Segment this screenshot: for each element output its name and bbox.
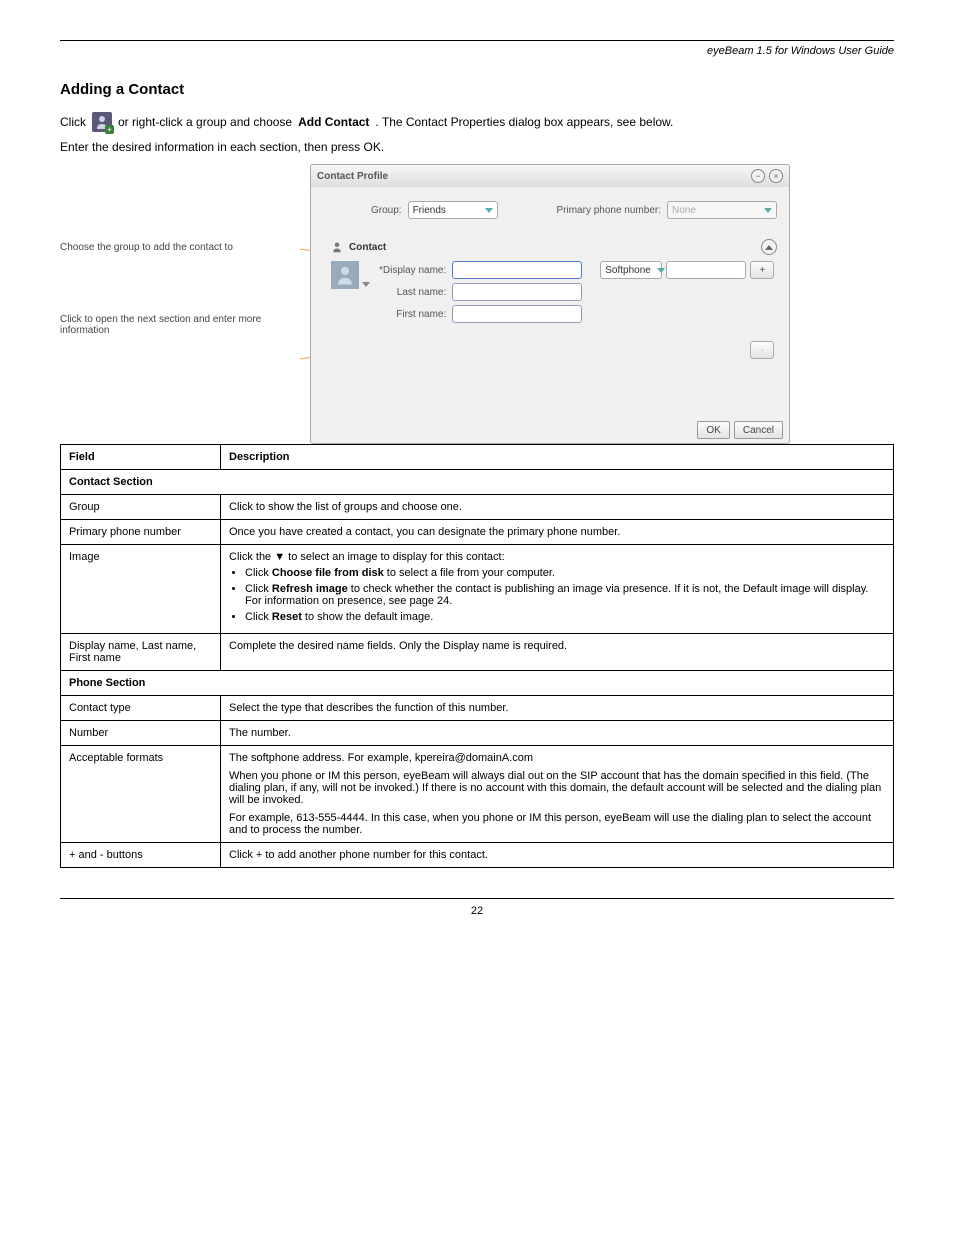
step-1-bold: Add Contact <box>298 115 369 129</box>
step-1-text-a: Click <box>60 115 86 129</box>
person-icon <box>331 241 343 253</box>
chevron-down-icon <box>764 208 772 213</box>
field-contact-type: Contact type <box>61 696 221 721</box>
section-heading: Adding a Contact <box>60 81 894 98</box>
contact-header-text: Contact <box>349 242 386 253</box>
phone-number-input[interactable] <box>666 261 746 279</box>
desc-contact-type: Select the type that describes the funct… <box>221 696 894 721</box>
step-1-text-c: . The Contact Properties dialog box appe… <box>375 115 673 129</box>
display-name-label: *Display name: <box>379 265 446 276</box>
primary-phone-dropdown[interactable]: None <box>667 201 777 219</box>
header-rule <box>60 40 894 41</box>
table-row: Display name, Last name, First name Comp… <box>61 634 894 671</box>
add-phone-button[interactable]: + <box>750 261 774 279</box>
table-header-desc: Description <box>221 445 894 470</box>
desc-format: The softphone address. For example, kper… <box>221 746 894 843</box>
first-name-label: First name: <box>396 309 446 320</box>
field-group: Group <box>61 495 221 520</box>
desc-primary: Once you have created a contact, you can… <box>221 520 894 545</box>
avatar <box>331 261 359 289</box>
first-name-input[interactable] <box>452 305 582 323</box>
minimize-icon[interactable]: − <box>751 169 765 183</box>
table-row: Primary phone number Once you have creat… <box>61 520 894 545</box>
table-row: Image Click the ▼ to select an image to … <box>61 545 894 634</box>
chevron-up-icon <box>765 245 773 250</box>
field-plusminus: + and - buttons <box>61 843 221 868</box>
sub-phone: Phone Section <box>61 671 894 696</box>
table-header-field: Field <box>61 445 221 470</box>
step-1: Click + or right-click a group and choos… <box>60 112 894 132</box>
group-value: Friends <box>413 205 446 216</box>
group-label: Group: <box>371 205 402 216</box>
doc-title: eyeBeam 1.5 for Windows User Guide <box>60 45 894 57</box>
group-dropdown[interactable]: Friends <box>408 201 498 219</box>
contact-section-header: Contact <box>331 239 777 255</box>
table-row: + and - buttons Click + to add another p… <box>61 843 894 868</box>
desc-plusminus: Click + to add another phone number for … <box>221 843 894 868</box>
close-icon[interactable]: × <box>769 169 783 183</box>
callout-group: Choose the group to add the contact to <box>60 242 300 253</box>
avatar-dropdown[interactable] <box>361 279 371 289</box>
display-name-input[interactable] <box>452 261 582 279</box>
field-format: Acceptable formats <box>61 746 221 843</box>
dialog-titlebar: Contact Profile − × <box>311 165 789 187</box>
chevron-down-icon <box>485 208 493 213</box>
chevron-down-icon <box>657 268 665 273</box>
collapse-button[interactable] <box>761 239 777 255</box>
callout-section: Click to open the next section and enter… <box>60 314 300 336</box>
desc-group: Click to show the list of groups and cho… <box>221 495 894 520</box>
sub-contact: Contact Section <box>61 470 894 495</box>
desc-display: Complete the desired name fields. Only t… <box>221 634 894 671</box>
phone-type-value: Softphone <box>605 265 651 276</box>
page-footer: 22 <box>60 898 894 917</box>
fields-table: Field Description Contact Section Group … <box>60 444 894 868</box>
field-primary: Primary phone number <box>61 520 221 545</box>
cancel-button[interactable]: Cancel <box>734 421 783 439</box>
field-image: Image <box>61 545 221 634</box>
table-row: Acceptable formats The softphone address… <box>61 746 894 843</box>
phone-type-dropdown[interactable]: Softphone <box>600 261 662 279</box>
step-2: Enter the desired information in each se… <box>60 140 894 154</box>
table-row: Contact type Select the type that descri… <box>61 696 894 721</box>
table-row: Group Click to show the list of groups a… <box>61 495 894 520</box>
primary-label: Primary phone number: <box>557 205 662 216</box>
ok-button[interactable]: OK <box>697 421 729 439</box>
dialog-screenshot: Choose the group to add the contact to C… <box>310 164 790 444</box>
field-display: Display name, Last name, First name <box>61 634 221 671</box>
dialog-title: Contact Profile <box>317 171 388 182</box>
last-name-label: Last name: <box>397 287 446 298</box>
add-contact-icon: + <box>92 112 112 132</box>
step-1-text-b: or right-click a group and choose <box>118 115 292 129</box>
remove-phone-button[interactable]: - <box>750 341 774 359</box>
last-name-input[interactable] <box>452 283 582 301</box>
table-row: Number The number. <box>61 721 894 746</box>
field-number: Number <box>61 721 221 746</box>
desc-image: Click the ▼ to select an image to displa… <box>221 545 894 634</box>
primary-value: None <box>672 205 696 216</box>
desc-number: The number. <box>221 721 894 746</box>
